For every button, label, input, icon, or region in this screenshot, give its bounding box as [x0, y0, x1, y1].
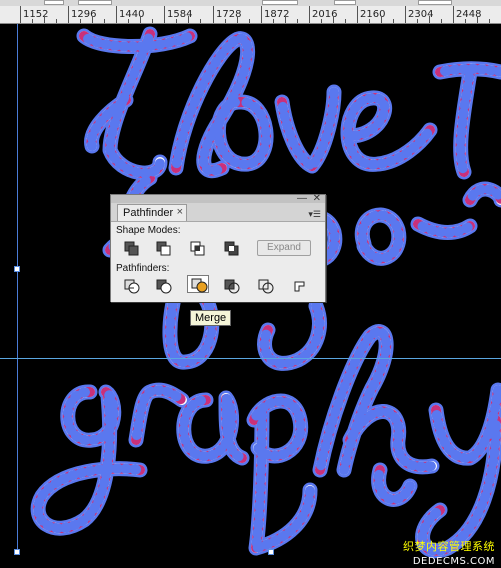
tab-pathfinder[interactable]: Pathfinder ×: [117, 204, 187, 222]
toolbar-control[interactable]: [78, 0, 112, 5]
exclude-icon[interactable]: [221, 239, 243, 257]
toolbar-control[interactable]: [418, 0, 452, 5]
merge-icon[interactable]: [187, 275, 209, 293]
minus-back-icon[interactable]: [289, 277, 311, 295]
bounding-box-handle[interactable]: [14, 549, 20, 555]
trim-icon[interactable]: [153, 277, 175, 295]
watermark-url: DEDECMS.COM: [412, 556, 495, 567]
panel-body: Shape Modes: Expand Pathfinders:: [111, 221, 325, 302]
divide-icon[interactable]: [121, 277, 143, 295]
panel-menu-icon[interactable]: ▾☰: [308, 209, 321, 220]
crop-icon[interactable]: [221, 277, 243, 295]
horizontal-guide[interactable]: [0, 358, 501, 359]
outline-icon[interactable]: [255, 277, 277, 295]
horizontal-ruler[interactable]: 1152 1296 1440 1584 1728 1872 2016 2160 …: [0, 6, 501, 24]
minimize-icon[interactable]: —: [297, 194, 307, 204]
watermark-chinese: 织梦内容管理系统: [403, 540, 495, 553]
toolbar-control[interactable]: [44, 0, 64, 5]
panel-titlebar[interactable]: — ✕: [111, 194, 325, 204]
unite-icon[interactable]: [121, 239, 143, 257]
toolbar-control[interactable]: [334, 0, 356, 5]
intersect-icon[interactable]: [187, 239, 209, 257]
tab-label: Pathfinder: [123, 207, 174, 219]
minus-front-icon[interactable]: [153, 239, 175, 257]
vertical-guide[interactable]: [17, 24, 18, 554]
bounding-box-handle[interactable]: [268, 549, 274, 555]
pathfinders-label: Pathfinders:: [116, 263, 170, 274]
close-icon[interactable]: ✕: [313, 194, 321, 204]
toolbar-control[interactable]: [262, 0, 298, 5]
tab-close-icon[interactable]: ×: [177, 206, 183, 218]
expand-button[interactable]: Expand: [257, 240, 311, 256]
shape-modes-label: Shape Modes:: [116, 225, 181, 236]
bounding-box-handle[interactable]: [14, 266, 20, 272]
merge-tooltip: Merge: [190, 310, 232, 326]
pathfinder-panel: — ✕ Pathfinder × ▾☰ Shape Modes: Expand …: [110, 194, 326, 302]
